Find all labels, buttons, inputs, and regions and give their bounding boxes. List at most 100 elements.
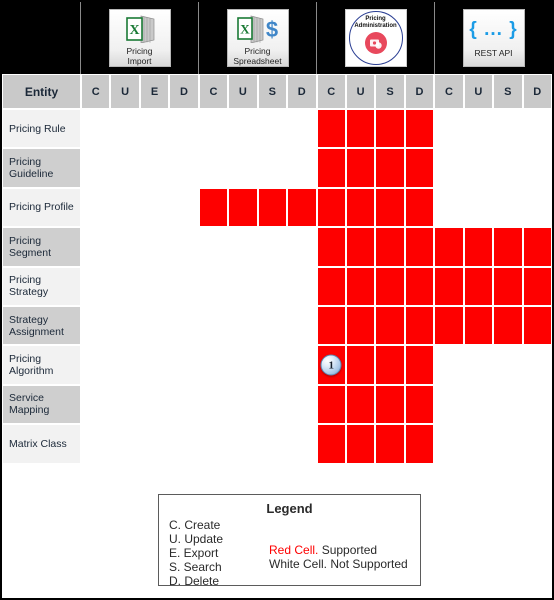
legend-key-list: C. Create U. Update E. Export S. Search …	[159, 518, 269, 588]
matrix-cell-not-supported	[463, 384, 494, 425]
legend: Legend C. Create U. Update E. Export S. …	[158, 494, 421, 588]
matrix-cell-not-supported	[81, 384, 111, 425]
matrix-cell-not-supported	[228, 109, 258, 149]
matrix-cell-supported	[493, 266, 523, 306]
matrix-cell-supported	[345, 109, 376, 149]
matrix-row: Pricing Guideline	[2, 148, 552, 188]
matrix-cell-not-supported	[463, 424, 494, 464]
app-tile-pricing-administration[interactable]: Pricing Administration	[344, 9, 407, 67]
matrix-cell-not-supported	[434, 109, 464, 149]
matrix-cell-not-supported	[257, 305, 288, 346]
svg-text:X: X	[240, 22, 250, 37]
matrix-cell-not-supported	[522, 109, 552, 149]
app-tile-pricing-administration-cell[interactable]: Pricing Administration	[317, 2, 435, 74]
matrix-cell-supported	[404, 227, 435, 267]
matrix-cell-not-supported	[169, 384, 199, 425]
matrix-cell-not-supported	[198, 384, 229, 425]
matrix-cell-not-supported	[287, 227, 317, 267]
matrix-cell-not-supported	[257, 424, 288, 464]
matrix-cell-supported	[404, 187, 435, 228]
matrix-cell-supported	[316, 187, 346, 228]
entity-label: Pricing Guideline	[2, 148, 81, 188]
matrix-cell-supported	[345, 424, 376, 464]
matrix-cell-not-supported	[81, 266, 111, 306]
matrix-cell-not-supported	[228, 305, 258, 346]
matrix-cell-not-supported	[434, 424, 464, 464]
column-header-op-12: C	[434, 74, 464, 109]
matrix-cell-not-supported	[169, 424, 199, 464]
matrix-cell-not-supported	[463, 109, 494, 149]
matrix-cell-supported	[404, 305, 435, 346]
matrix-cell-not-supported	[139, 187, 170, 228]
matrix-cell-not-supported	[228, 227, 258, 267]
matrix-cell-supported	[434, 305, 464, 346]
legend-key-delete: D. Delete	[169, 574, 220, 588]
matrix-cell-not-supported	[493, 424, 523, 464]
app-tile-pricing-spreadsheet-cell[interactable]: X $ Pricing Spreadsheet	[199, 2, 317, 74]
matrix-cell-not-supported	[139, 424, 170, 464]
matrix-cell-supported	[345, 148, 376, 188]
app-tile-pricing-import-cell[interactable]: X Pricing Import	[81, 2, 199, 74]
matrix-cell-not-supported	[139, 384, 170, 425]
matrix-cell-not-supported	[228, 384, 258, 425]
matrix-row: Pricing Rule	[2, 109, 552, 149]
matrix-cell-not-supported	[463, 148, 494, 188]
matrix-cell-supported	[375, 305, 405, 346]
matrix-cell-supported	[404, 266, 435, 306]
entity-label: Pricing Strategy	[2, 266, 81, 306]
legend-key-export: E. Export	[169, 546, 219, 560]
matrix-cell-not-supported	[169, 345, 199, 385]
matrix-cell-not-supported	[81, 109, 111, 149]
matrix-cell-not-supported	[198, 227, 229, 267]
matrix-cell-not-supported	[81, 345, 111, 385]
matrix-cell-not-supported	[110, 424, 140, 464]
matrix-cell-supported	[228, 187, 258, 228]
matrix-cell-not-supported	[110, 266, 140, 306]
matrix-cell-not-supported	[169, 109, 199, 149]
column-header-op-10: S	[375, 74, 405, 109]
matrix-cell-not-supported	[434, 148, 464, 188]
matrix-cell-supported	[257, 187, 288, 228]
pricing-administration-badge-icon: Pricing Administration	[348, 11, 403, 65]
excel-dollar-icon: X $	[236, 14, 280, 44]
column-header-op-15: D	[522, 74, 552, 109]
column-header-op-8: C	[316, 74, 346, 109]
matrix-cell-not-supported	[139, 227, 170, 267]
matrix-column-header-row: Entity C U E D C U S D C U S D C U S D	[2, 74, 552, 109]
svg-text:X: X	[129, 23, 139, 38]
matrix-row: Pricing Strategy	[2, 266, 552, 306]
matrix-cell-not-supported	[257, 109, 288, 149]
app-tile-rest-api[interactable]: { ... } REST API	[462, 9, 525, 67]
app-tile-label: Pricing Spreadsheet	[228, 46, 288, 66]
column-header-op-3: D	[169, 74, 199, 109]
column-header-op-4: C	[198, 74, 229, 109]
column-header-op-7: D	[287, 74, 317, 109]
app-tile-pricing-import[interactable]: X Pricing Import	[108, 9, 171, 67]
curly-braces-icon: { ... }	[469, 19, 518, 40]
entity-label: Pricing Algorithm	[2, 345, 81, 385]
entity-label: Pricing Profile	[2, 187, 81, 228]
matrix-cell-supported	[404, 345, 435, 385]
column-header-op-11: D	[404, 74, 435, 109]
matrix-cell-not-supported	[110, 187, 140, 228]
entity-label: Service Mapping	[2, 384, 81, 425]
matrix-row: Pricing Segment	[2, 227, 552, 267]
application-header-bar: X Pricing Import X $ Pricing Spreadsheet…	[2, 2, 552, 74]
matrix-cell-supported	[375, 266, 405, 306]
matrix-cell-not-supported	[139, 345, 170, 385]
matrix-cell-not-supported	[493, 384, 523, 425]
app-label-line2: Administration	[354, 23, 397, 29]
app-tile-pricing-spreadsheet[interactable]: X $ Pricing Spreadsheet	[226, 9, 289, 67]
matrix-cell-supported	[316, 424, 346, 464]
entity-label: Strategy Assignment	[2, 305, 81, 346]
matrix-cell-not-supported	[169, 305, 199, 346]
matrix-cell-not-supported	[287, 148, 317, 188]
matrix-cell-supported	[463, 266, 494, 306]
matrix-cell-not-supported	[169, 187, 199, 228]
matrix-cell-not-supported	[110, 109, 140, 149]
matrix-cell-not-supported	[198, 345, 229, 385]
legend-key-search: S. Search	[169, 560, 222, 574]
matrix-cell-supported	[404, 148, 435, 188]
app-tile-rest-api-cell[interactable]: { ... } REST API	[435, 2, 552, 74]
matrix-cell-not-supported	[287, 305, 317, 346]
